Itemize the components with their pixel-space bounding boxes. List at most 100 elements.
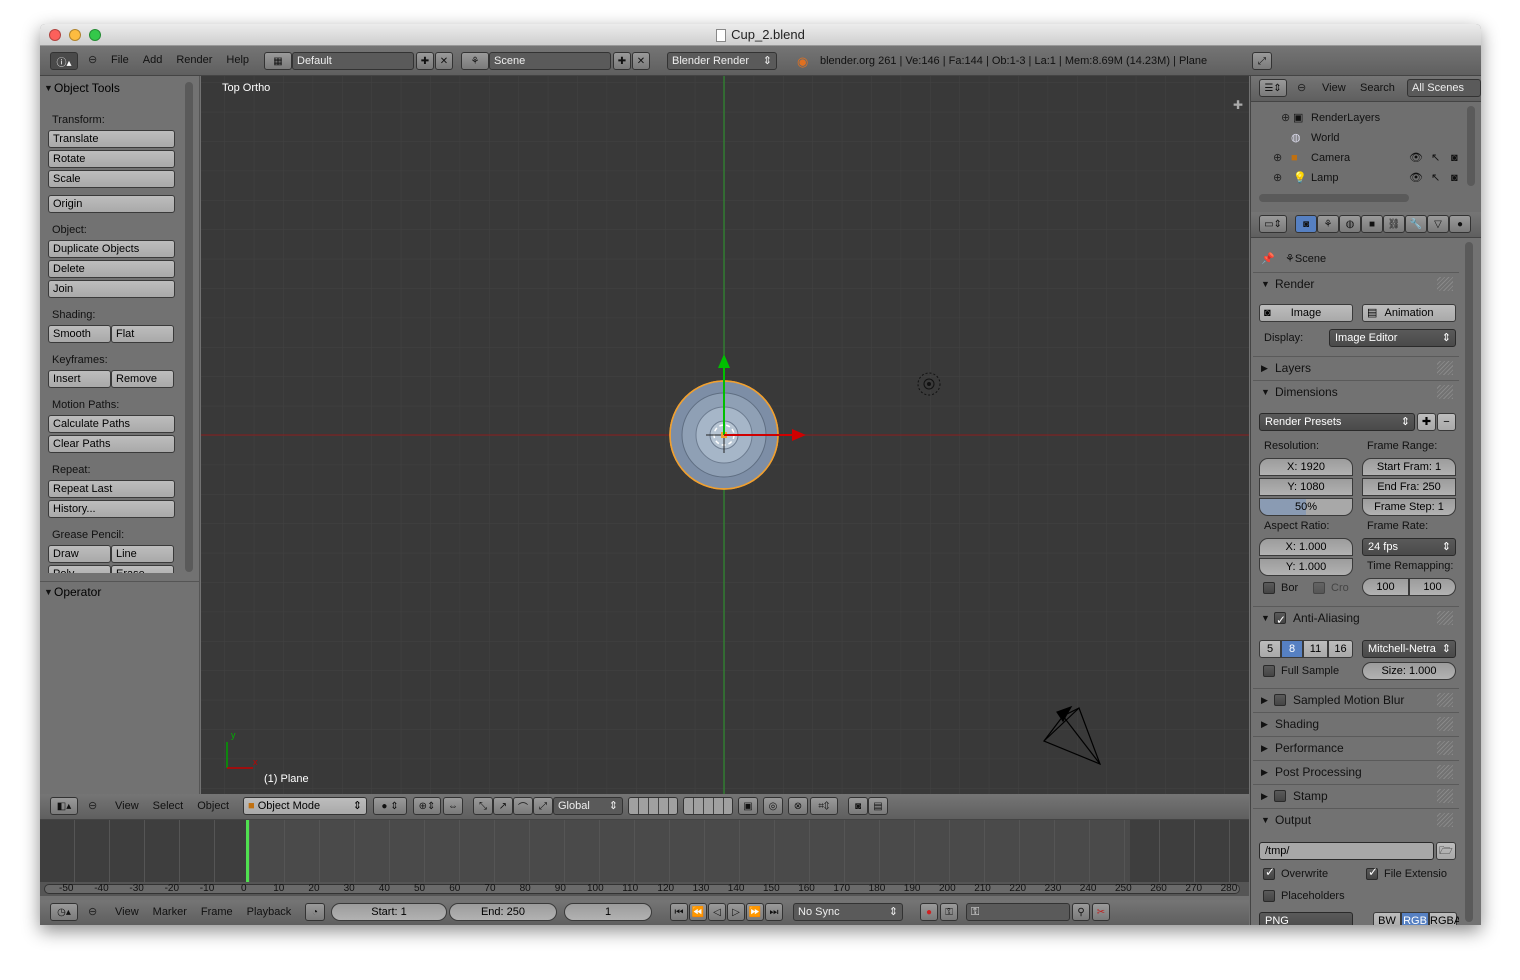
collapse-menu-icon[interactable]: ⊖ <box>1297 81 1306 94</box>
visibility-eye-icon[interactable]: 👁 <box>1409 168 1423 188</box>
stamp-section-header[interactable]: ▶ Stamp <box>1253 784 1459 806</box>
join-button[interactable]: Join <box>48 280 175 298</box>
start-frame-field[interactable]: Start Fram: 1 <box>1362 458 1456 476</box>
anti-aliasing-section-header[interactable]: ▼Anti-Aliasing <box>1253 606 1459 631</box>
object-tools-panel-header[interactable]: ▼ Object Tools <box>40 78 199 98</box>
editor-type-info-icon[interactable]: ⓘ▴ <box>50 52 78 70</box>
placeholders-checkbox[interactable] <box>1263 890 1275 902</box>
render-presets-select[interactable]: Render Presets ⇕ <box>1259 413 1415 431</box>
start-frame-field[interactable]: Start: 1 <box>331 903 447 921</box>
screen-layout-field[interactable]: Default <box>292 52 414 70</box>
remove-screen-icon[interactable]: ✕ <box>435 52 453 70</box>
stamp-checkbox[interactable] <box>1274 790 1286 802</box>
delete-keyframe-icon[interactable]: ✂ <box>1092 903 1110 921</box>
render-image-button[interactable]: ◙ Image <box>1259 304 1353 322</box>
select-arrow-icon[interactable]: ↖ <box>1431 168 1440 188</box>
shading-section-header[interactable]: ▶ Shading <box>1253 712 1459 734</box>
jump-keyframe-forward-icon[interactable]: ⏩ <box>746 903 764 921</box>
scene-tab-icon[interactable]: ⚘ <box>1317 215 1339 233</box>
object-tab-icon[interactable]: ■ <box>1361 215 1383 233</box>
remove-keyframe-button[interactable]: Remove <box>111 370 174 388</box>
constraints-tab-icon[interactable]: ⛓ <box>1383 215 1405 233</box>
transform-orient-icon[interactable]: ⤢ <box>533 797 553 815</box>
resolution-x-field[interactable]: X: 1920 <box>1259 458 1353 476</box>
add-screen-icon[interactable]: ✚ <box>416 52 434 70</box>
calculate-paths-button[interactable]: Calculate Paths <box>48 415 175 433</box>
jump-keyframe-back-icon[interactable]: ⏪ <box>689 903 707 921</box>
lock-layers-icon[interactable]: ▣ <box>738 797 758 815</box>
clear-paths-button[interactable]: Clear Paths <box>48 435 175 453</box>
flat-button[interactable]: Flat <box>111 325 174 343</box>
screen-layout-icon[interactable]: ▦ <box>264 52 292 70</box>
file-extensions-checkbox[interactable] <box>1366 865 1378 880</box>
scale-manipulator-icon[interactable]: ⌒ <box>513 797 533 815</box>
add-scene-icon[interactable]: ✚ <box>613 52 631 70</box>
insert-keyframe-button[interactable]: Insert <box>48 370 111 388</box>
poly-button[interactable]: Poly <box>48 565 111 573</box>
rotate-button[interactable]: Rotate <box>48 150 175 168</box>
end-frame-field[interactable]: End Fra: 250 <box>1362 478 1456 496</box>
motion-blur-section-header[interactable]: ▶ Sampled Motion Blur <box>1253 688 1459 710</box>
outliner-vscrollbar[interactable] <box>1467 106 1475 186</box>
color-rgba-button[interactable]: RGBA <box>1429 912 1459 925</box>
render-engine-select[interactable]: Blender Render ⇕ <box>667 52 777 70</box>
timeline-area[interactable]: -50 -40 -30 -20 -10 0 10 20 30 40 50 60 70 80 90 100 110… <box>40 820 1249 896</box>
aa-samples-16[interactable]: 16 <box>1328 640 1353 658</box>
full-sample-checkbox[interactable] <box>1263 665 1275 677</box>
outliner-item-camera[interactable]: ⊕ ■ Camera 👁 ↖ ◙ <box>1251 148 1481 168</box>
file-format-select[interactable]: PNG <box>1259 912 1353 925</box>
translate-button[interactable]: Translate <box>48 130 175 148</box>
collapse-menu-icon[interactable]: ⊖ <box>88 53 97 66</box>
layers-grid-2[interactable] <box>683 797 733 815</box>
zoom-window-button[interactable] <box>89 29 101 41</box>
add-preset-icon[interactable]: ✚ <box>1417 413 1436 431</box>
world-tab-icon[interactable]: ◍ <box>1339 215 1361 233</box>
aa-filter-select[interactable]: Mitchell-Netra ⇕ <box>1362 640 1456 658</box>
aspect-y-field[interactable]: Y: 1.000 <box>1259 558 1353 576</box>
aspect-x-field[interactable]: X: 1.000 <box>1259 538 1353 556</box>
outliner-item-world[interactable]: ◍ World <box>1251 128 1481 148</box>
resolution-y-field[interactable]: Y: 1080 <box>1259 478 1353 496</box>
display-select[interactable]: Image Editor ⇕ <box>1329 329 1456 347</box>
outliner-hscrollbar[interactable] <box>1259 194 1409 202</box>
scene-field[interactable]: Scene <box>489 52 611 70</box>
layers-grid-1[interactable] <box>628 797 678 815</box>
operator-panel-header[interactable]: ▼ Operator <box>40 581 199 601</box>
outliner-item-lamp[interactable]: ⊕ 💡 Lamp 👁 ↖ ◙ <box>1251 168 1481 188</box>
render-camera-icon[interactable]: ◙ <box>1451 148 1458 168</box>
rotate-manipulator-icon[interactable]: ↗ <box>493 797 513 815</box>
editor-type-timeline-icon[interactable]: ◷▴ <box>50 903 78 921</box>
menu-view[interactable]: View <box>1315 82 1353 94</box>
motion-blur-checkbox[interactable] <box>1274 694 1286 706</box>
preview-range-icon[interactable]: ◔ <box>305 903 325 921</box>
play-icon[interactable]: ▷ <box>727 903 745 921</box>
draw-button[interactable]: Draw <box>48 545 111 563</box>
aa-samples-5[interactable]: 5 <box>1259 640 1281 658</box>
menu-help[interactable]: Help <box>219 54 256 66</box>
mode-select[interactable]: ■ Object Mode ⇕ <box>243 797 367 815</box>
fullscreen-icon[interactable]: ⤢ <box>1252 52 1272 70</box>
color-rgb-button[interactable]: RGB <box>1401 912 1429 925</box>
origin-button[interactable]: Origin <box>48 195 175 213</box>
record-icon[interactable]: ● <box>920 903 938 921</box>
remove-scene-icon[interactable]: ✕ <box>632 52 650 70</box>
end-frame-field[interactable]: End: 250 <box>449 903 557 921</box>
snap-element-icon[interactable]: ⌗⇕ <box>810 797 838 815</box>
play-reverse-icon[interactable]: ◁ <box>708 903 726 921</box>
pin-icon[interactable]: 📌 <box>1261 252 1275 265</box>
toggle-properties-icon[interactable]: ✚ <box>1233 98 1243 112</box>
anti-aliasing-checkbox[interactable] <box>1274 609 1286 631</box>
tool-shelf-scrollbar[interactable] <box>185 82 193 572</box>
performance-section-header[interactable]: ▶ Performance <box>1253 736 1459 758</box>
keying-icon[interactable]: ⚿ <box>940 903 958 921</box>
post-processing-section-header[interactable]: ▶ Post Processing <box>1253 760 1459 782</box>
menu-add[interactable]: Add <box>136 54 170 66</box>
data-tab-icon[interactable]: ▽ <box>1427 215 1449 233</box>
menu-file[interactable]: File <box>104 54 136 66</box>
select-arrow-icon[interactable]: ↖ <box>1431 148 1440 168</box>
frame-rate-select[interactable]: 24 fps ⇕ <box>1362 538 1456 556</box>
render-animation-button[interactable]: ▤ Animation <box>1362 304 1456 322</box>
delete-button[interactable]: Delete <box>48 260 175 278</box>
insert-keyframe-icon[interactable]: ⚲ <box>1072 903 1090 921</box>
menu-frame[interactable]: Frame <box>194 906 240 918</box>
